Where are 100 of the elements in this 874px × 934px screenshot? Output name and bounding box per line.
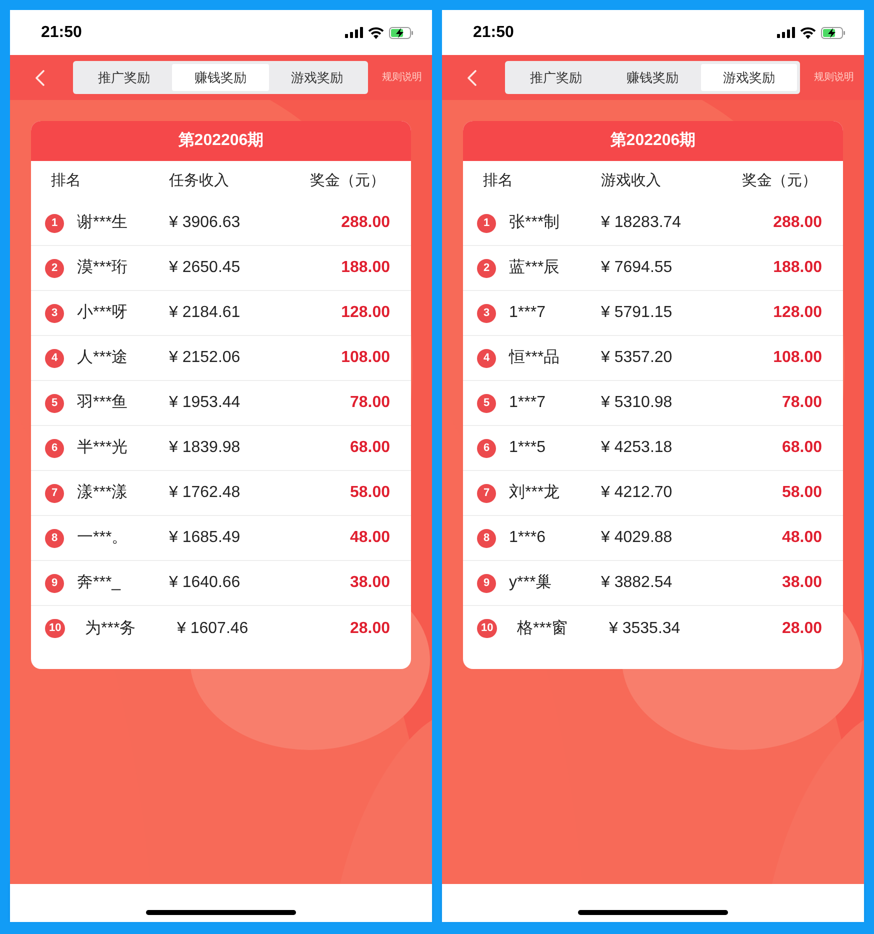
prize-amount: 38.00 xyxy=(350,573,390,593)
income-amount: ¥ 18283.74 xyxy=(601,213,682,233)
income-amount: ¥ 7694.55 xyxy=(601,258,672,278)
income-amount: ¥ 1762.48 xyxy=(169,483,240,503)
income-amount: ¥ 1839.98 xyxy=(169,438,240,458)
income-amount: ¥ 1640.66 xyxy=(169,573,240,593)
user-name: 1***7 xyxy=(509,393,546,413)
prize-amount: 68.00 xyxy=(350,438,390,458)
rank-badge: 9 xyxy=(45,574,64,592)
prize-amount: 38.00 xyxy=(782,573,822,593)
income-amount: ¥ 5310.98 xyxy=(601,393,672,413)
rank-badge: 6 xyxy=(45,438,64,458)
user-name: 奔***_ xyxy=(77,573,122,593)
income-amount: ¥ 4253.18 xyxy=(601,438,672,458)
user-name: 漠***珩 xyxy=(77,258,129,278)
rank-badge: 3 xyxy=(45,304,64,322)
tab[interactable]: 赚钱奖励 xyxy=(172,64,269,91)
income-amount: ¥ 3882.54 xyxy=(601,573,672,593)
prize-amount: 128.00 xyxy=(773,303,822,323)
income-amount: ¥ 2152.06 xyxy=(169,348,240,368)
rank-badge: 6 xyxy=(477,438,496,458)
user-name: y***巢 xyxy=(509,573,553,593)
income-amount: ¥ 4212.70 xyxy=(601,483,672,503)
user-name: 为***务 xyxy=(85,618,137,638)
column-header: 奖金（元） xyxy=(310,170,385,191)
column-header: 排名 xyxy=(51,170,82,191)
user-name: 1***5 xyxy=(509,438,546,458)
prize-amount: 108.00 xyxy=(773,348,822,368)
user-name: 格***窗 xyxy=(517,618,569,638)
income-amount: ¥ 3535.34 xyxy=(609,618,680,638)
user-name: 小***呀 xyxy=(77,302,129,323)
rank-badge: 2 xyxy=(477,258,496,278)
tab[interactable]: 推广奖励 xyxy=(76,64,172,91)
signal-icon xyxy=(345,27,363,38)
rank-badge: 1 xyxy=(477,214,496,232)
rank-badge: 4 xyxy=(45,348,64,368)
prize-amount: 78.00 xyxy=(782,393,822,413)
rank-badge: 5 xyxy=(477,394,496,412)
income-amount: ¥ 1953.44 xyxy=(169,393,240,413)
income-amount: ¥ 2184.61 xyxy=(169,303,240,323)
user-name: 1***7 xyxy=(509,303,546,323)
prize-amount: 128.00 xyxy=(341,303,390,323)
column-header: 奖金（元） xyxy=(742,170,817,191)
period-header: 第202206期 xyxy=(31,121,411,161)
user-name: 刘***龙 xyxy=(509,482,561,503)
column-header: 任务收入 xyxy=(169,170,230,191)
prize-amount: 58.00 xyxy=(350,483,390,503)
prize-amount: 188.00 xyxy=(773,258,822,278)
user-name: 张***制 xyxy=(509,212,561,233)
status-time: 21:50 xyxy=(41,22,82,42)
user-name: 1***6 xyxy=(509,528,546,548)
user-name: 恒***品 xyxy=(509,348,561,368)
income-amount: ¥ 4029.88 xyxy=(601,528,672,548)
user-name: 谢***生 xyxy=(77,212,129,233)
prize-amount: 28.00 xyxy=(782,618,822,638)
rank-badge: 9 xyxy=(477,574,496,592)
prize-amount: 288.00 xyxy=(341,213,390,233)
battery-charging-icon xyxy=(389,26,414,38)
rank-badge: 5 xyxy=(45,394,64,412)
tab[interactable]: 游戏奖励 xyxy=(268,64,365,91)
rank-badge: 8 xyxy=(45,528,64,548)
prize-amount: 78.00 xyxy=(350,393,390,413)
income-amount: ¥ 5357.20 xyxy=(601,348,672,368)
rank-badge: 10 xyxy=(45,619,66,638)
prize-amount: 68.00 xyxy=(782,438,822,458)
income-amount: ¥ 1685.49 xyxy=(169,528,240,548)
prize-amount: 48.00 xyxy=(350,528,390,548)
user-name: 漾***漾 xyxy=(77,482,129,503)
income-amount: ¥ 5791.15 xyxy=(601,303,672,323)
wifi-icon xyxy=(800,26,816,38)
user-name: 一***。 xyxy=(77,528,129,548)
rank-badge: 1 xyxy=(45,214,64,232)
prize-amount: 48.00 xyxy=(782,528,822,548)
user-name: 蓝***辰 xyxy=(509,258,561,278)
tab[interactable]: 赚钱奖励 xyxy=(604,64,701,91)
income-amount: ¥ 3906.63 xyxy=(169,213,240,233)
prize-amount: 28.00 xyxy=(350,618,390,638)
tab[interactable]: 推广奖励 xyxy=(508,64,604,91)
status-time: 21:50 xyxy=(473,22,514,42)
tab[interactable]: 游戏奖励 xyxy=(700,64,797,91)
rank-badge: 3 xyxy=(477,304,496,322)
rank-badge: 2 xyxy=(45,258,64,278)
column-header: 排名 xyxy=(483,170,514,191)
income-amount: ¥ 1607.46 xyxy=(177,618,248,638)
rank-badge: 7 xyxy=(45,484,64,502)
income-amount: ¥ 2650.45 xyxy=(169,258,240,278)
battery-charging-icon xyxy=(821,26,846,38)
prize-amount: 288.00 xyxy=(773,213,822,233)
period-header: 第202206期 xyxy=(463,121,843,161)
rank-badge: 10 xyxy=(477,619,498,638)
user-name: 半***光 xyxy=(77,438,129,458)
rank-badge: 8 xyxy=(477,528,496,548)
prize-amount: 58.00 xyxy=(782,483,822,503)
user-name: 羽***鱼 xyxy=(77,393,129,413)
rank-badge: 4 xyxy=(477,348,496,368)
signal-icon xyxy=(777,27,795,38)
rank-badge: 7 xyxy=(477,484,496,502)
prize-amount: 188.00 xyxy=(341,258,390,278)
wifi-icon xyxy=(368,26,384,38)
prize-amount: 108.00 xyxy=(341,348,390,368)
